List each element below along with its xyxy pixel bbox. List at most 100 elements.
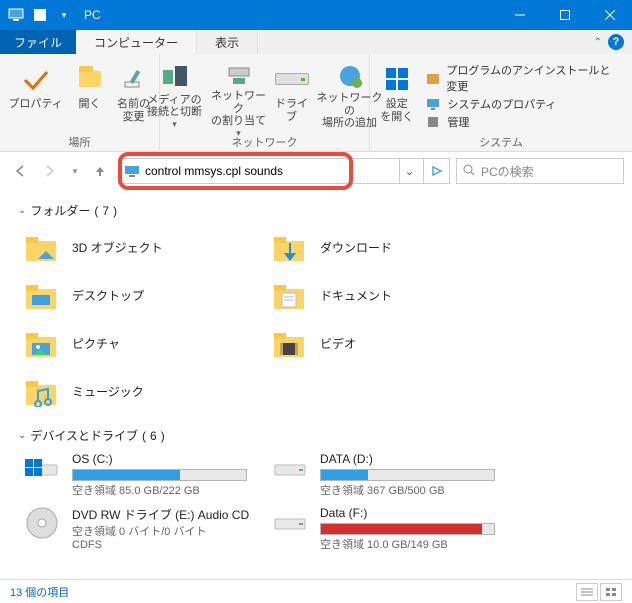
drive-label: DVD RW ドライブ (E:) Audio CD <box>72 506 262 523</box>
drive-item[interactable]: DVD RW ドライブ (E:) Audio CD空き領域 0 バイト/0 バイ… <box>18 502 266 556</box>
rename-icon <box>123 62 145 96</box>
forward-button[interactable] <box>38 159 62 183</box>
details-view-button[interactable] <box>576 583 598 601</box>
open-button[interactable]: 開く <box>69 60 111 132</box>
media-connect-button[interactable]: メディアの 接続と切断 ▾ <box>144 60 206 132</box>
content-pane: ⌄ フォルダー (7) 3D オブジェクト ダウンロードデスクトップ ドキュメントピ… <box>0 190 632 562</box>
folder-item[interactable]: 3D オブジェクト <box>18 223 266 271</box>
drive-label: DATA (D:) <box>320 452 510 466</box>
manage-icon <box>425 114 441 130</box>
icons-view-button[interactable] <box>600 583 622 601</box>
folder-item[interactable]: ドキュメント <box>266 271 514 319</box>
folder-label: ビデオ <box>320 335 356 352</box>
folder-icon <box>22 275 62 315</box>
help-icon[interactable]: ? <box>608 34 624 50</box>
drive-item[interactable]: Data (F:) 空き領域 10.0 GB/149 GB <box>266 502 514 556</box>
recent-dropdown[interactable]: ▾ <box>68 159 82 183</box>
group-label: システム <box>479 132 523 150</box>
go-button[interactable] <box>424 158 450 184</box>
tab-file[interactable]: ファイル <box>0 30 76 54</box>
status-text: 13 個の項目 <box>10 584 69 600</box>
folder-item[interactable]: ダウンロード <box>266 223 514 271</box>
qat-item-icon[interactable] <box>30 5 50 25</box>
folder-label: ピクチャ <box>72 335 120 352</box>
ribbon: プロパティ 開く 名前の 変更 場所 メディアの 接続と切断 ▾ ネットワーク … <box>0 54 632 152</box>
folder-icon <box>22 323 62 363</box>
drive-freespace: 空き領域 10.0 GB/149 GB <box>320 536 510 552</box>
pc-icon <box>6 5 26 25</box>
drive-icon <box>270 452 310 486</box>
drive-freespace: 空き領域 85.0 GB/222 GB <box>72 482 262 498</box>
folder-icon <box>270 275 310 315</box>
drive-button[interactable]: ドライブ <box>272 60 312 132</box>
folder-icon <box>270 323 310 363</box>
drive-icon <box>270 506 310 540</box>
folder-item[interactable]: ピクチャ <box>18 319 266 367</box>
folder-item[interactable]: デスクトップ <box>18 271 266 319</box>
address-dropdown-icon[interactable]: ⌄ <box>399 159 419 183</box>
group-label: ネットワーク <box>232 132 298 150</box>
drive-freespace: 空き領域 367 GB/500 GB <box>320 482 510 498</box>
group-label: 場所 <box>69 132 91 150</box>
address-input[interactable] <box>145 164 399 178</box>
drive-fs: CDFS <box>72 539 262 551</box>
drive-label: OS (C:) <box>72 452 262 466</box>
chevron-down-icon: ⌄ <box>18 430 26 441</box>
up-button[interactable] <box>88 159 112 183</box>
drive-icon <box>22 506 62 540</box>
properties-button[interactable]: プロパティ <box>5 60 67 132</box>
close-button[interactable] <box>587 0 632 30</box>
monitor-icon <box>425 96 441 112</box>
drive-item[interactable]: DATA (D:) 空き領域 367 GB/500 GB <box>266 448 514 502</box>
ribbon-tabs: ファイル コンピューター 表示 ⌃ ? <box>0 30 632 54</box>
tab-computer[interactable]: コンピューター <box>76 30 197 54</box>
status-bar: 13 個の項目 <box>0 579 632 603</box>
search-box[interactable]: PCの検索 <box>456 158 624 184</box>
uninstall-programs-button[interactable]: プログラムのアンインストールと変更 <box>425 62 620 94</box>
folder-label: ドキュメント <box>320 287 392 304</box>
folder-item[interactable]: ビデオ <box>266 319 514 367</box>
nav-bar: ▾ ⌄ PCの検索 <box>0 152 632 190</box>
folder-icon <box>270 227 310 267</box>
window-title: PC <box>84 8 101 22</box>
chevron-down-icon: ⌄ <box>18 205 26 216</box>
drive-icon <box>275 62 309 96</box>
folders-group-header[interactable]: ⌄ フォルダー (7) <box>18 196 614 223</box>
manage-button[interactable]: 管理 <box>425 114 620 130</box>
drive-freespace: 空き領域 0 バイト/0 バイト <box>72 523 262 539</box>
open-settings-button[interactable]: 設定 を開く <box>376 60 417 132</box>
address-bar[interactable]: ⌄ <box>118 158 424 184</box>
folder-icon <box>22 227 62 267</box>
devices-group-header[interactable]: ⌄ デバイスとドライブ (6) <box>18 421 614 448</box>
minimize-button[interactable] <box>497 0 542 30</box>
titlebar: ▾ PC <box>0 0 632 30</box>
folder-label: 3D オブジェクト <box>72 239 163 256</box>
system-properties-button[interactable]: システムのプロパティ <box>425 96 620 112</box>
globe-icon <box>337 62 363 90</box>
maximize-button[interactable] <box>542 0 587 30</box>
box-icon <box>425 70 440 86</box>
map-network-drive-button[interactable]: ネットワーク の割り当て ▾ <box>208 60 270 132</box>
tab-view[interactable]: 表示 <box>197 30 258 54</box>
checkmark-icon <box>21 62 51 96</box>
folder-item[interactable]: ミュージック <box>18 367 266 415</box>
folder-label: ミュージック <box>72 383 144 400</box>
drive-icon <box>22 452 62 486</box>
folder-open-icon <box>79 62 101 96</box>
capacity-bar <box>320 469 495 481</box>
search-icon <box>463 164 475 179</box>
network-drive-icon <box>225 62 253 88</box>
folder-icon <box>22 371 62 411</box>
qat-dropdown-icon[interactable]: ▾ <box>54 5 74 25</box>
pc-icon <box>123 164 141 178</box>
folder-label: デスクトップ <box>72 287 144 304</box>
capacity-bar <box>72 469 247 481</box>
folder-label: ダウンロード <box>320 239 392 256</box>
back-button[interactable] <box>8 159 32 183</box>
settings-tiles-icon <box>384 62 410 96</box>
capacity-bar <box>320 523 495 535</box>
ribbon-collapse-icon[interactable]: ⌃ <box>594 37 602 48</box>
drive-label: Data (F:) <box>320 506 510 520</box>
search-placeholder: PCの検索 <box>481 163 534 180</box>
drive-item[interactable]: OS (C:) 空き領域 85.0 GB/222 GB <box>18 448 266 502</box>
